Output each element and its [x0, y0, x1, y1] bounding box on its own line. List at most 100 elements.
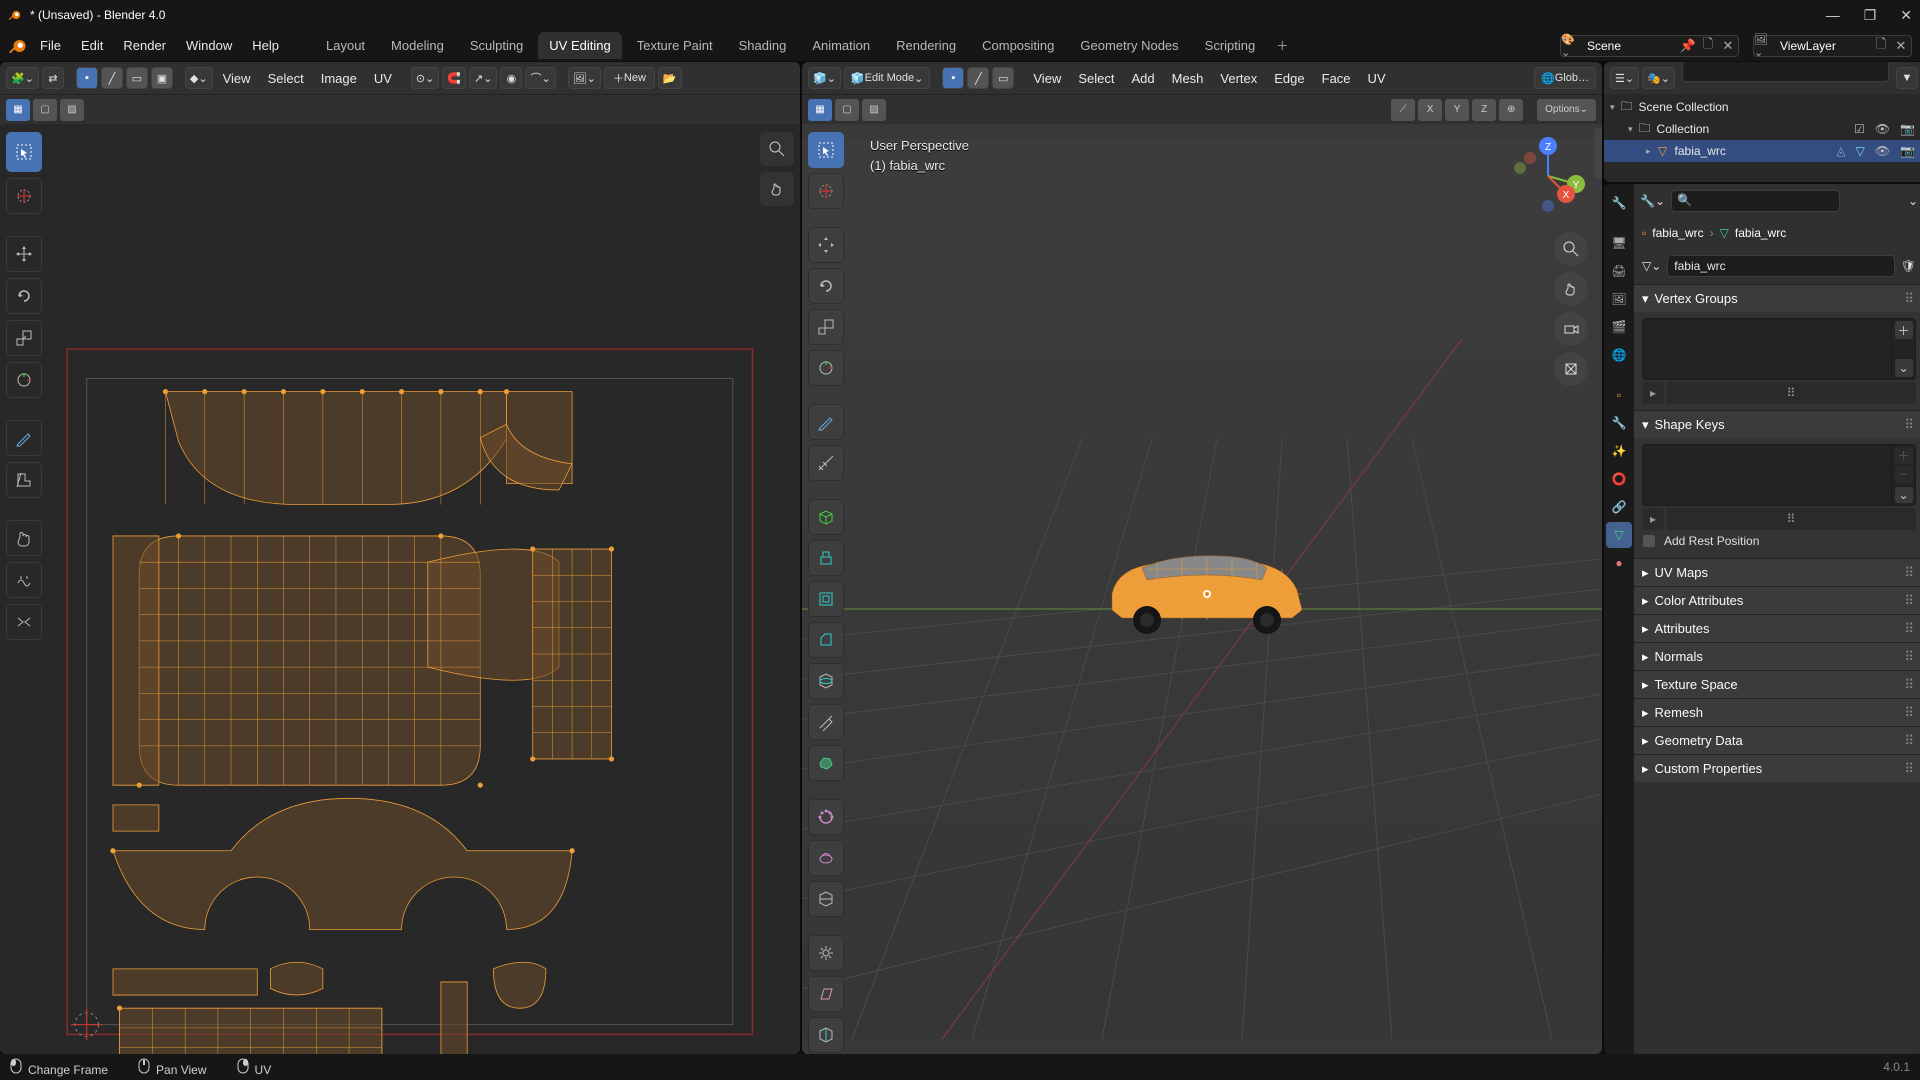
app-menu-icon[interactable]	[8, 36, 28, 56]
v3d-tool-rotate[interactable]	[808, 268, 844, 304]
minimize-button[interactable]: ―	[1826, 7, 1840, 24]
panel-shape-keys[interactable]: ▾Shape Keys⠿	[1634, 410, 1920, 438]
sk-add-button[interactable]: ＋	[1895, 447, 1913, 464]
uv-tool-scale[interactable]	[6, 320, 42, 356]
prop-tab-material[interactable]: ●	[1606, 550, 1632, 576]
v3d-sel-mode-3[interactable]: ▨	[862, 99, 886, 121]
uv-sel-island[interactable]: ▣	[151, 67, 173, 89]
object-eye-icon[interactable]: 👁	[1872, 144, 1893, 158]
add-rest-position-checkbox[interactable]: Add Rest Position	[1642, 530, 1916, 552]
prop-tab-scene[interactable]: 🎬	[1606, 314, 1632, 340]
uv-new-image-button[interactable]: ＋ New	[604, 67, 655, 89]
nav-gizmo[interactable]: Z Y X	[1508, 136, 1588, 216]
uv-proportional[interactable]: ◉	[500, 67, 522, 89]
v3d-tool-shear[interactable]	[808, 976, 844, 1012]
v3d-sel-face[interactable]: ▭	[992, 67, 1014, 89]
mesh-data-browse[interactable]: ▽⌄	[1642, 259, 1661, 273]
scene-new-button[interactable]: 🗋	[1698, 35, 1718, 57]
v3d-sel-mode-2[interactable]: ▢	[835, 99, 859, 121]
v3d-tool-bevel[interactable]	[808, 622, 844, 658]
uv-pan-button[interactable]	[760, 172, 794, 206]
panel-texture-space[interactable]: ▸Texture Space⠿	[1634, 670, 1920, 698]
sk-special-button[interactable]: ⌄	[1895, 487, 1913, 504]
outliner-type-button[interactable]: ☰⌄	[1610, 67, 1639, 89]
prop-tab-constraints[interactable]: 🔗	[1606, 494, 1632, 520]
outliner-object-row[interactable]: ▸ ▽ fabia_wrc ◬ ▽ 👁 📷	[1604, 140, 1920, 162]
panel-remesh[interactable]: ▸Remesh⠿	[1634, 698, 1920, 726]
v3d-mirror-toggle[interactable]: ⟋	[1391, 99, 1415, 121]
v3d-tool-cursor[interactable]	[808, 173, 844, 209]
viewlayer-name-input[interactable]	[1776, 39, 1871, 53]
uv-tool-grab[interactable]	[6, 520, 42, 556]
mesh-name-input[interactable]	[1667, 255, 1894, 277]
outliner-display-mode[interactable]: 🎭⌄	[1642, 67, 1675, 89]
v3d-tool-spin[interactable]	[808, 799, 844, 835]
outliner-collection-row[interactable]: ▾ 🗀 Collection ☑ 👁 📷	[1604, 118, 1920, 140]
uv-menu-view[interactable]: View	[216, 71, 258, 86]
scene-browse-icon[interactable]: 🎨⌄	[1561, 33, 1583, 59]
prop-tab-viewlayer[interactable]: 🖼	[1606, 286, 1632, 312]
tab-animation[interactable]: Animation	[801, 32, 881, 59]
prop-tab-tool[interactable]: 🔧	[1606, 190, 1632, 216]
v3d-mirror-z[interactable]: Z	[1472, 99, 1496, 121]
v3d-menu-face[interactable]: Face	[1315, 71, 1358, 86]
prop-tab-particles[interactable]: ✨	[1606, 438, 1632, 464]
v3d-tool-rip[interactable]	[808, 1017, 844, 1053]
v3d-sel-vertex[interactable]: ▪	[942, 67, 964, 89]
uv-tool-annotate[interactable]	[6, 420, 42, 456]
zoom-icon[interactable]	[1554, 232, 1588, 266]
3d-viewport[interactable]: User Perspective (1) fabia_wrc Z Y X	[802, 124, 1602, 1054]
panel-custom-properties[interactable]: ▸Custom Properties⠿	[1634, 754, 1920, 782]
v3d-sel-edge[interactable]: ╱	[967, 67, 989, 89]
v3d-menu-vertex[interactable]: Vertex	[1213, 71, 1264, 86]
uv-menu-uv[interactable]: UV	[367, 71, 399, 86]
v3d-tool-transform[interactable]	[808, 350, 844, 386]
v3d-tool-polybuild[interactable]	[808, 745, 844, 781]
uv-menu-select[interactable]: Select	[261, 71, 311, 86]
vertex-groups-list[interactable]: ＋ ⌄	[1642, 318, 1916, 380]
prop-tab-output[interactable]: 🖨	[1606, 258, 1632, 284]
viewlayer-selector[interactable]: 🖼⌄ 🗋 ✕	[1753, 35, 1912, 57]
prop-tab-physics[interactable]: ⭕	[1606, 466, 1632, 492]
uv-sel-vertex[interactable]: ▪	[76, 67, 98, 89]
scene-name-input[interactable]	[1583, 39, 1678, 53]
menu-edit[interactable]: Edit	[73, 34, 111, 57]
prop-tab-render[interactable]: 🖥	[1606, 230, 1632, 256]
breadcrumb-data[interactable]: fabia_wrc	[1735, 226, 1786, 240]
v3d-menu-edge[interactable]: Edge	[1267, 71, 1311, 86]
props-options-button[interactable]: ⌄	[1908, 194, 1918, 208]
v3d-tool-smooth[interactable]	[808, 840, 844, 876]
props-type-button[interactable]: 🔧⌄	[1640, 194, 1665, 208]
breadcrumb-obj[interactable]: fabia_wrc	[1652, 226, 1703, 240]
viewlayer-new-button[interactable]: 🗋	[1871, 35, 1891, 57]
v3d-tool-select[interactable]	[808, 132, 844, 168]
menu-help[interactable]: Help	[244, 34, 287, 57]
v3d-menu-add[interactable]: Add	[1124, 71, 1161, 86]
vg-add-button[interactable]: ＋	[1895, 321, 1913, 339]
uv-tool-rip[interactable]	[6, 462, 42, 498]
v3d-npanel-toggle[interactable]	[1594, 128, 1602, 178]
v3d-mode-selector[interactable]: 🧊 Edit Mode ⌄	[844, 67, 930, 89]
menu-file[interactable]: File	[32, 34, 69, 57]
add-workspace-button[interactable]: ＋	[1270, 33, 1294, 58]
v3d-menu-mesh[interactable]: Mesh	[1165, 71, 1211, 86]
viewlayer-icon[interactable]: 🖼⌄	[1754, 33, 1776, 59]
prop-tab-data[interactable]: ▽	[1606, 522, 1632, 548]
object-data-icon[interactable]: ◬	[1833, 144, 1848, 158]
tab-modeling[interactable]: Modeling	[380, 32, 455, 59]
fake-user-button[interactable]: 🛡	[1901, 259, 1916, 273]
uv-overlay-show[interactable]: ▦	[6, 99, 30, 121]
uv-image-browse[interactable]: 🖼⌄	[568, 67, 601, 89]
uv-viewport[interactable]	[0, 124, 800, 1054]
uv-menu-image[interactable]: Image	[314, 71, 364, 86]
vg-slider[interactable]: ⠿	[1666, 382, 1916, 404]
uv-tool-cursor[interactable]	[6, 178, 42, 214]
v3d-menu-view[interactable]: View	[1026, 71, 1068, 86]
perspective-icon[interactable]	[1554, 352, 1588, 386]
menu-render[interactable]: Render	[115, 34, 174, 57]
mesh-data-icon[interactable]: ▽	[1853, 144, 1868, 158]
v3d-tool-annotate[interactable]	[808, 404, 844, 440]
uv-sel-face[interactable]: ▭	[126, 67, 148, 89]
uv-tool-select-box[interactable]	[6, 132, 42, 172]
panel-vertex-groups[interactable]: ▾Vertex Groups⠿	[1634, 284, 1920, 312]
